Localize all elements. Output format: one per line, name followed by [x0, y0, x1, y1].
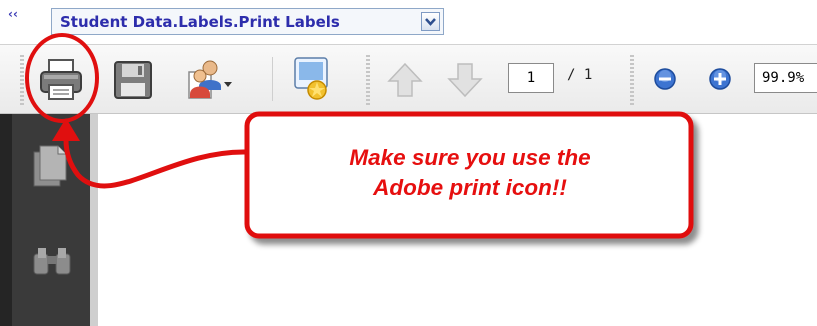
callout-line-2: Adobe print icon!! — [373, 175, 567, 200]
callout: Make sure you use the Adobe print icon!! — [245, 113, 695, 239]
callout-arrow — [63, 137, 250, 189]
callout-line-1: Make sure you use the — [349, 145, 591, 170]
callout-text: Make sure you use the Adobe print icon!! — [245, 143, 695, 203]
highlight-circle — [25, 33, 99, 123]
